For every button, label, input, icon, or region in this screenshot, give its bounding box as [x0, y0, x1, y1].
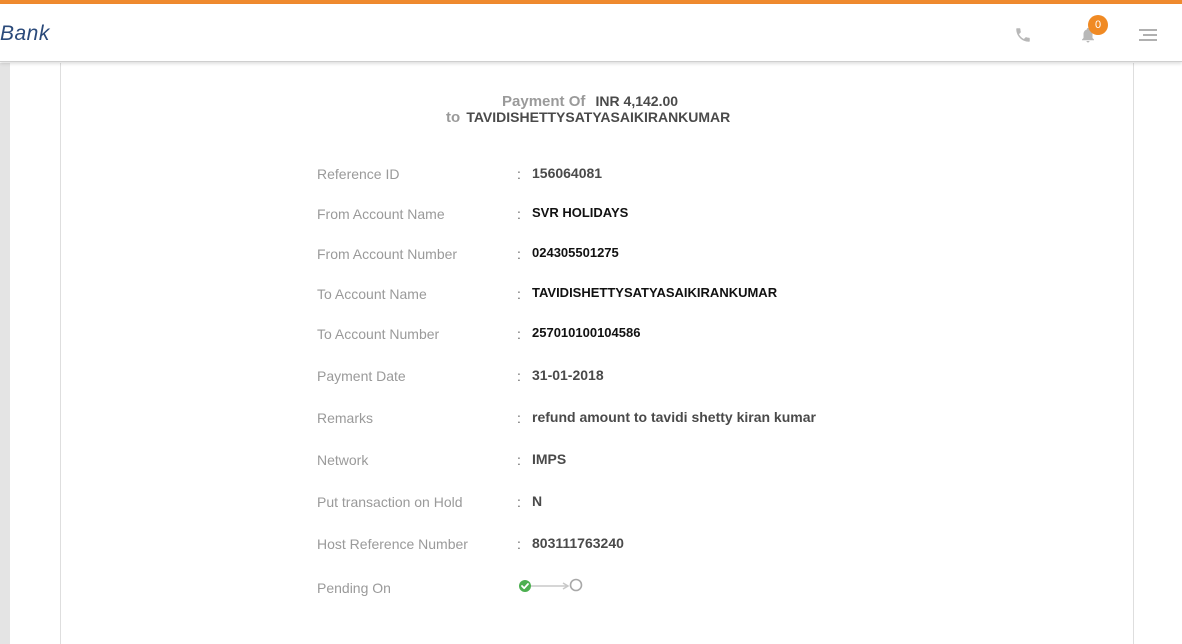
- detail-label: Put transaction on Hold: [317, 494, 463, 510]
- pending-approval-tracker: [518, 578, 588, 596]
- notification-badge[interactable]: 0: [1088, 15, 1108, 35]
- separator: :: [517, 410, 521, 426]
- step-pending-icon: [569, 578, 583, 592]
- detail-row-from-account-number: From Account Number : 024305501275: [317, 245, 917, 266]
- detail-row-host-reference: Host Reference Number : 803111763240: [317, 535, 917, 556]
- detail-label: Pending On: [317, 580, 391, 596]
- detail-value: SVR HOLIDAYS: [532, 205, 629, 220]
- payment-heading: Payment Of INR 4,142.00: [502, 93, 678, 110]
- detail-row-from-account-name: From Account Name : SVR HOLIDAYS: [317, 205, 917, 226]
- separator: :: [517, 368, 521, 384]
- menu-icon[interactable]: [1137, 24, 1159, 46]
- separator: :: [517, 206, 521, 222]
- to-label: to: [446, 109, 461, 126]
- detail-label: Remarks: [317, 410, 374, 426]
- detail-value: 803111763240: [532, 535, 624, 551]
- detail-row-pending-on: Pending On: [317, 580, 917, 600]
- detail-label: Reference ID: [317, 166, 400, 182]
- payment-of-label: Payment Of: [502, 93, 586, 110]
- left-sidebar-strip: [0, 63, 10, 644]
- detail-label: To Account Name: [317, 286, 427, 302]
- detail-row-network: Network : IMPS: [317, 451, 917, 472]
- detail-value: N: [532, 493, 543, 509]
- payee-name: TAVIDISHETTYSATYASAIKIRANKUMAR: [466, 109, 731, 125]
- detail-label: Payment Date: [317, 368, 406, 384]
- separator: :: [517, 536, 521, 552]
- detail-label: To Account Number: [317, 326, 440, 342]
- phone-icon[interactable]: [1012, 24, 1034, 46]
- separator: :: [517, 326, 521, 342]
- detail-row-hold: Put transaction on Hold : N: [317, 493, 917, 514]
- detail-row-remarks: Remarks : refund amount to tavidi shetty…: [317, 409, 917, 430]
- detail-row-to-account-number: To Account Number : 257010100104586: [317, 325, 917, 346]
- payment-details-card: [60, 63, 1134, 644]
- app-header: Bank 0: [0, 4, 1182, 62]
- detail-value: TAVIDISHETTYSATYASAIKIRANKUMAR: [532, 285, 778, 300]
- detail-value: 024305501275: [532, 245, 619, 260]
- detail-value: 31-01-2018: [532, 367, 604, 383]
- detail-value: 156064081: [532, 165, 603, 181]
- detail-label: Network: [317, 452, 369, 468]
- detail-row-to-account-name: To Account Name : TAVIDISHETTYSATYASAIKI…: [317, 285, 917, 306]
- payment-amount: INR 4,142.00: [595, 93, 679, 109]
- detail-label: From Account Number: [317, 246, 458, 262]
- detail-value: 257010100104586: [532, 325, 641, 340]
- detail-row-reference-id: Reference ID : 156064081: [317, 165, 917, 186]
- payment-payee-line: to TAVIDISHETTYSATYASAIKIRANKUMAR: [446, 109, 730, 126]
- separator: :: [517, 494, 521, 510]
- detail-label: Host Reference Number: [317, 536, 468, 552]
- bank-logo[interactable]: Bank: [0, 22, 50, 46]
- separator: :: [517, 166, 521, 182]
- detail-row-payment-date: Payment Date : 31-01-2018: [317, 367, 917, 388]
- detail-label: From Account Name: [317, 206, 445, 222]
- detail-value: IMPS: [532, 451, 567, 467]
- separator: :: [517, 246, 521, 262]
- detail-value: refund amount to tavidi shetty kiran kum…: [532, 409, 816, 425]
- separator: :: [517, 452, 521, 468]
- separator: :: [517, 286, 521, 302]
